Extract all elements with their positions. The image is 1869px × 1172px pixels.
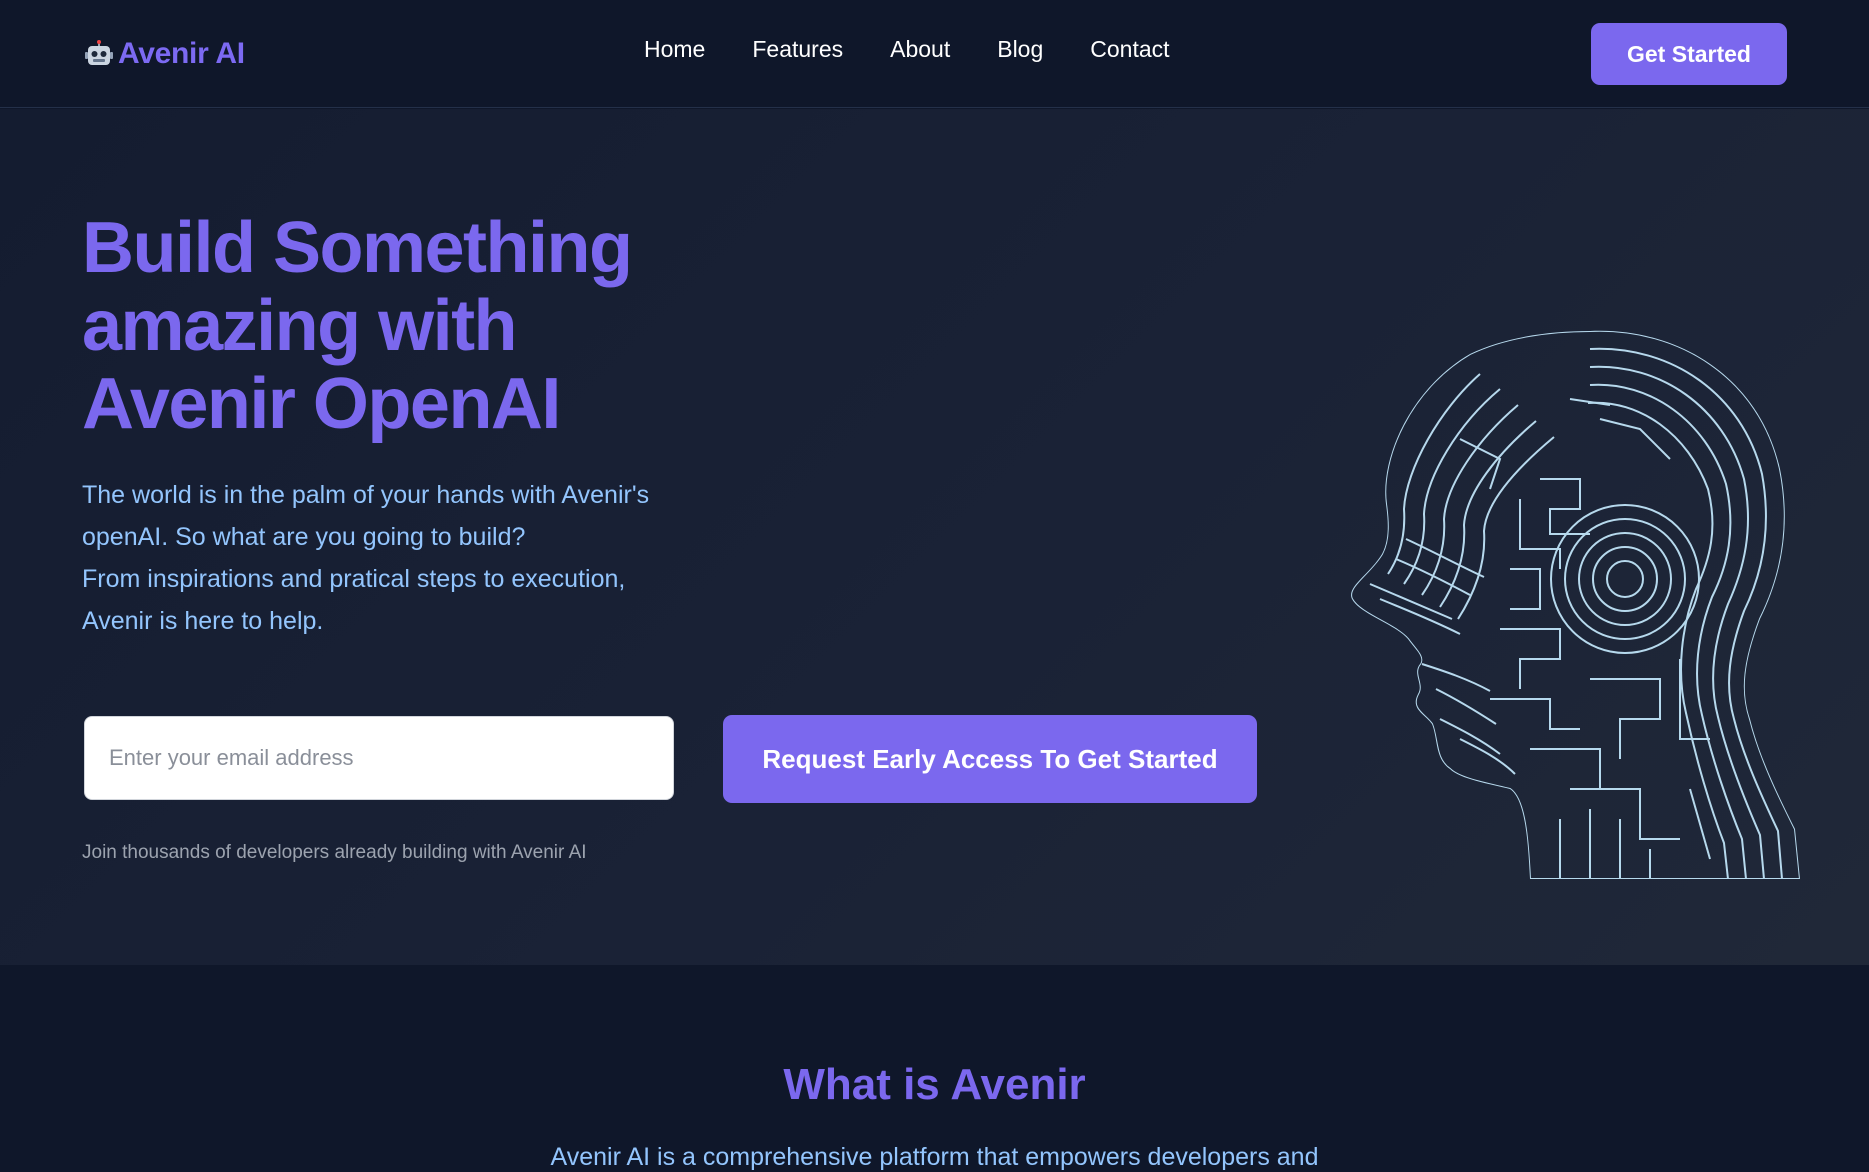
- request-early-access-button[interactable]: Request Early Access To Get Started: [723, 715, 1257, 803]
- hero-title-line: amazing with: [82, 286, 518, 366]
- nav-links: Home Features About Blog Contact: [644, 36, 1170, 63]
- nav-link-features[interactable]: Features: [752, 36, 843, 63]
- hero-description-line: The world is in the palm of your hands w…: [82, 481, 650, 509]
- navbar: Avenir AI Home Features About Blog Conta…: [0, 0, 1869, 108]
- hero-title: Build Something amazing with Avenir Open…: [82, 209, 732, 443]
- brand-logo[interactable]: Avenir AI: [84, 33, 245, 75]
- nav-link-home[interactable]: Home: [644, 36, 705, 63]
- what-is-section: What is Avenir Avenir AI is a comprehens…: [0, 965, 1869, 1171]
- nav-link-contact[interactable]: Contact: [1090, 36, 1169, 63]
- wireframe-head-image: [1351, 330, 1800, 879]
- hero-description: The world is in the palm of your hands w…: [82, 474, 722, 642]
- hero-section: Build Something amazing with Avenir Open…: [0, 109, 1869, 965]
- hero-description-line: openAI. So what are you going to build?: [82, 523, 526, 551]
- hero-title-line: Build Something: [82, 208, 633, 288]
- hero-description-line: Avenir is here to help.: [82, 607, 324, 635]
- robot-icon: [85, 40, 113, 65]
- brand-name: Avenir AI: [118, 37, 245, 70]
- hero-description-line: From inspirations and pratical steps to …: [82, 565, 626, 593]
- nav-link-blog[interactable]: Blog: [997, 36, 1043, 63]
- what-is-description: Avenir AI is a comprehensive platform th…: [550, 1143, 1319, 1171]
- get-started-button[interactable]: Get Started: [1591, 23, 1787, 85]
- what-is-title: What is Avenir: [783, 1060, 1086, 1109]
- email-input[interactable]: [84, 716, 674, 800]
- hero-title-line: Avenir OpenAI: [82, 364, 561, 444]
- hero-note: Join thousands of developers already bui…: [82, 842, 587, 863]
- nav-link-about[interactable]: About: [890, 36, 950, 63]
